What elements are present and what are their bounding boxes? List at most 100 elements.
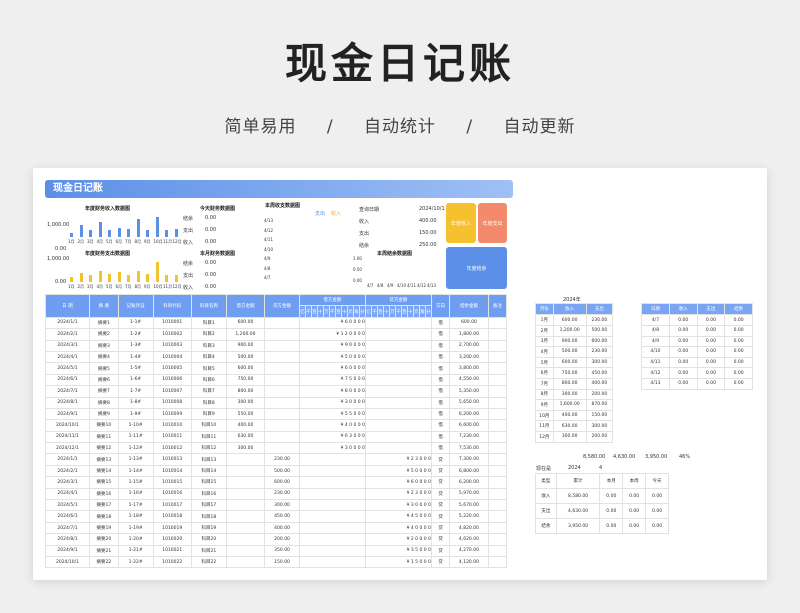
kv-value: 0.00 (205, 260, 217, 266)
table-cell: 摘要9 (89, 407, 119, 421)
week-date-label: 4/10 (264, 246, 273, 252)
kv-label: 结余 (183, 216, 194, 222)
table-cell: 0.00 (668, 335, 698, 348)
direction-cell: 借 (430, 442, 451, 455)
table-row[interactable]: 2024/7/1 摘要19 1-19# 1010019 科目19 400.00 ¥ 4 0 … (44, 521, 508, 535)
year-total-value: 4,630.00 (613, 454, 636, 460)
table-cell: 2024/9/1 (44, 544, 91, 558)
balance-cell: 5,650.00 (449, 396, 489, 409)
table-cell (225, 487, 266, 501)
note-cell (487, 453, 508, 466)
table-row: 4/11 0.00 0.00 0.00 (641, 356, 753, 369)
query-value: 400.00 (419, 218, 437, 224)
table-cell (264, 430, 300, 444)
expense-ylabel-top: 1,000.00 (47, 256, 70, 262)
table-cell: 630.00 (552, 420, 587, 432)
separator: / (326, 117, 334, 137)
month-label: 9月 (144, 284, 151, 289)
table-row[interactable]: 2024/4/1 摘要4 1-4# 1010004 科目4 500.00 ¥ 5 0 0 0… (44, 350, 508, 364)
month-label: 7月 (125, 239, 132, 244)
note-cell (487, 316, 508, 330)
table-row[interactable]: 2024/9/1 摘要21 1-21# 1010021 科目21 350.00 ¥ 3 5 … (44, 544, 508, 558)
table-cell: 1-16# (117, 487, 154, 501)
week-date-label: 4/9 (264, 256, 271, 261)
table-cell: 2024/8/1 (44, 533, 91, 546)
table-row[interactable]: 2024/10/1 摘要10 1-10# 1010010 科目10 400.00 ¥ 4 0… (44, 419, 508, 432)
table-cell: 0.00 (668, 346, 698, 358)
table-row[interactable]: 2024/5/1 摘要5 1-5# 1010005 科目5 600.00 ¥ 6 0 0 0… (44, 362, 508, 375)
table-cell: 300.00 (585, 420, 614, 432)
table-cell (264, 339, 300, 352)
table-row[interactable]: 2024/2/1 摘要2 1-2# 1010002 科目2 1,200.00 ¥ 1 2 0… (44, 328, 508, 341)
table-cell: 0.00 (724, 335, 753, 348)
table-row[interactable]: 2024/6/1 摘要6 1-6# 1010006 科目6 750.00 ¥ 7 5 0 0… (44, 373, 508, 387)
month-label: 5月 (106, 284, 113, 289)
table-cell: 750.00 (225, 373, 266, 387)
table-cell (225, 555, 266, 569)
table-row: 4/10 0.00 0.00 0.00 (641, 346, 753, 358)
table-row[interactable]: 2024/8/1 摘要8 1-8# 1010008 科目8 300.00 ¥ 3 0 0 0… (44, 396, 508, 409)
table-cell: 科目1 (190, 316, 227, 330)
table-cell (225, 453, 266, 466)
table-row[interactable]: 2024/6/1 摘要18 1-18# 1010018 科目18 450.00 ¥ 4 5 … (44, 510, 508, 523)
table-row[interactable]: 2024/3/1 摘要3 1-3# 1010003 科目3 900.00 ¥ 9 0 0 0… (44, 339, 508, 352)
table-row[interactable]: 2024/4/1 摘要16 1-16# 1010016 科目16 230.00 ¥ 2 3 … (44, 487, 508, 501)
table-cell: 1010011 (152, 430, 192, 444)
direction-cell: 借 (430, 339, 451, 352)
table-row: 12月 300.00 200.00 (535, 430, 614, 443)
table-cell: 科目13 (190, 453, 227, 466)
table-cell: 0.00 (724, 314, 753, 326)
direction-cell: 贷 (430, 510, 451, 523)
header-row: 日期 收入 支出 结余 (641, 302, 753, 316)
table-row[interactable]: 2024/11/1 摘要11 1-11# 1010011 科目11 630.00 ¥ 6 3… (44, 430, 508, 444)
table-cell: 摘要10 (89, 419, 119, 432)
table-cell: 1,600.00 (552, 399, 587, 411)
table-cell: 0.00 (599, 488, 624, 504)
debit-digits: ¥ 5 0 0 0 0 (298, 350, 366, 364)
table-cell: 1010004 (152, 350, 192, 364)
table-cell: 摘要8 (89, 396, 119, 409)
table-row[interactable]: 2024/1/1 摘要13 1-13# 1010013 科目13 230.00 ¥ 2 3 … (44, 453, 508, 466)
note-cell (487, 487, 508, 501)
table-row[interactable]: 2024/1/1 摘要1 1-1# 1010001 科目1 600.00 ¥ 6 0 0 0… (44, 316, 508, 330)
table-row: 4/12 0.00 0.00 0.00 (641, 367, 753, 379)
table-cell: 1010007 (152, 385, 192, 398)
table-cell (264, 373, 300, 387)
table-row[interactable]: 2024/3/1 摘要15 1-15# 1010015 科目15 600.00 ¥ 6 0 … (44, 476, 508, 489)
table-cell: 科目11 (190, 430, 227, 444)
table-cell (264, 328, 300, 341)
table-row[interactable]: 2024/12/1 摘要12 1-12# 1010012 科目12 300.00 ¥ 3 0… (44, 442, 508, 455)
table-row[interactable]: 2024/5/1 摘要17 1-17# 1010017 科目17 300.00 ¥ 3 0 … (44, 499, 508, 512)
table-cell: 1-12# (117, 442, 154, 455)
table-cell: 摘要19 (89, 521, 119, 535)
kv-label: 支出 (183, 273, 194, 279)
table-cell: 1-22# (117, 555, 154, 569)
table-cell: 科目4 (190, 350, 227, 364)
chart-bar (136, 271, 140, 282)
table-cell: 400.00 (264, 521, 300, 535)
week-table: 日期 收入 支出 结余 4/7 0.00 0.00 0.00 4/8 0.00 0.00 0.00 4/… (641, 302, 753, 390)
table-row[interactable]: 2024/9/1 摘要9 1-9# 1010009 科目9 550.00 ¥ 5 5 0 0… (44, 407, 508, 421)
table-row[interactable]: 2024/10/1 摘要22 1-22# 1010022 科目22 150.00 ¥ 1 5… (44, 555, 508, 569)
direction-cell: 借 (430, 407, 451, 421)
table-row[interactable]: 2024/7/1 摘要7 1-7# 1010007 科目7 800.00 ¥ 8 0 0 0… (44, 385, 508, 398)
feature-2: 自动统计 (364, 117, 436, 137)
table-cell: 科目10 (190, 419, 227, 432)
table-row[interactable]: 2024/8/1 摘要20 1-20# 1010020 科目20 200.00 ¥ 2 0 … (44, 533, 508, 546)
kv-label: 支出 (183, 228, 194, 234)
kv-label: 收入 (183, 240, 194, 246)
month-label: 12月 (172, 284, 182, 289)
separator: / (466, 117, 474, 137)
table-row: 4/13 0.00 0.00 0.00 (641, 377, 753, 390)
table-cell: 1010010 (152, 419, 192, 432)
week-date-label: 4/7 (264, 275, 271, 280)
week-date-label: 4/13 (264, 218, 273, 223)
table-cell: 150.00 (585, 409, 614, 422)
month-label: 9月 (144, 239, 151, 244)
table-cell: 摘要5 (89, 362, 119, 375)
table-cell: 1-6# (117, 373, 154, 387)
month-label: 8月 (134, 284, 142, 289)
table-cell: 4/7 (641, 314, 670, 326)
debit-digits: ¥ 6 0 0 0 0 (298, 362, 366, 375)
table-row[interactable]: 2024/2/1 摘要14 1-14# 1010014 科目14 500.00 ¥ 5 0 … (44, 464, 508, 478)
